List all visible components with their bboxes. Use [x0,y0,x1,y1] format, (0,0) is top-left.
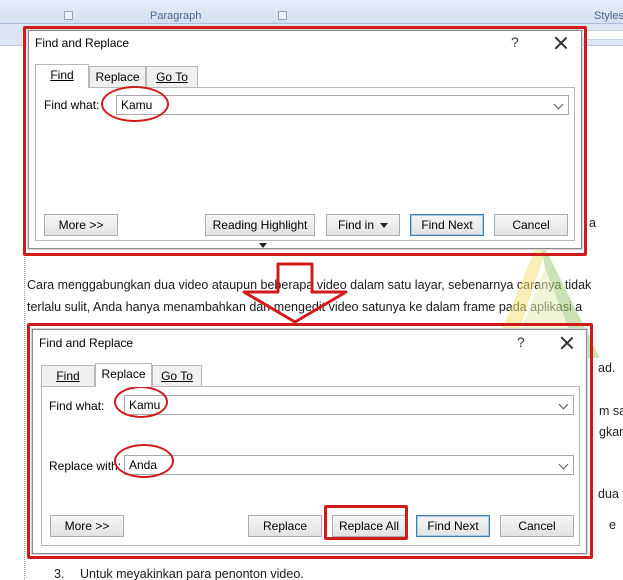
list-item-text: Untuk meyakinkan para penonton video. [80,567,304,580]
ribbon-group-bar: Paragraph Styles [0,0,623,24]
annotation-box-find-dialog [23,26,587,256]
doc-fragment: e [609,518,616,532]
margin-guide [24,245,25,580]
doc-fragment: m sa [599,404,623,418]
tab-find-label: Find [50,68,74,82]
doc-fragment: dua v [598,487,623,501]
dialog-launcher-icon[interactable] [64,11,73,20]
ribbon-group-styles: Styles [594,10,623,22]
annotation-ellipse-find-kamu-2 [114,386,168,418]
doc-fragment: gkan [599,425,623,439]
list-number: 3. [54,567,65,580]
tab-find[interactable]: Find [35,64,89,88]
annotation-ellipse-find-kamu [101,86,169,122]
down-arrow-icon [242,262,348,324]
annotation-box-replace-all [324,505,408,540]
tab-replace-label: Replace [101,367,146,381]
paragraph-launcher-icon[interactable] [278,11,287,20]
annotation-box-replace-dialog [27,323,593,559]
tab-replace[interactable]: Replace [95,363,152,387]
annotation-ellipse-replace-anda [114,444,174,478]
ribbon-group-paragraph: Paragraph [150,10,202,22]
